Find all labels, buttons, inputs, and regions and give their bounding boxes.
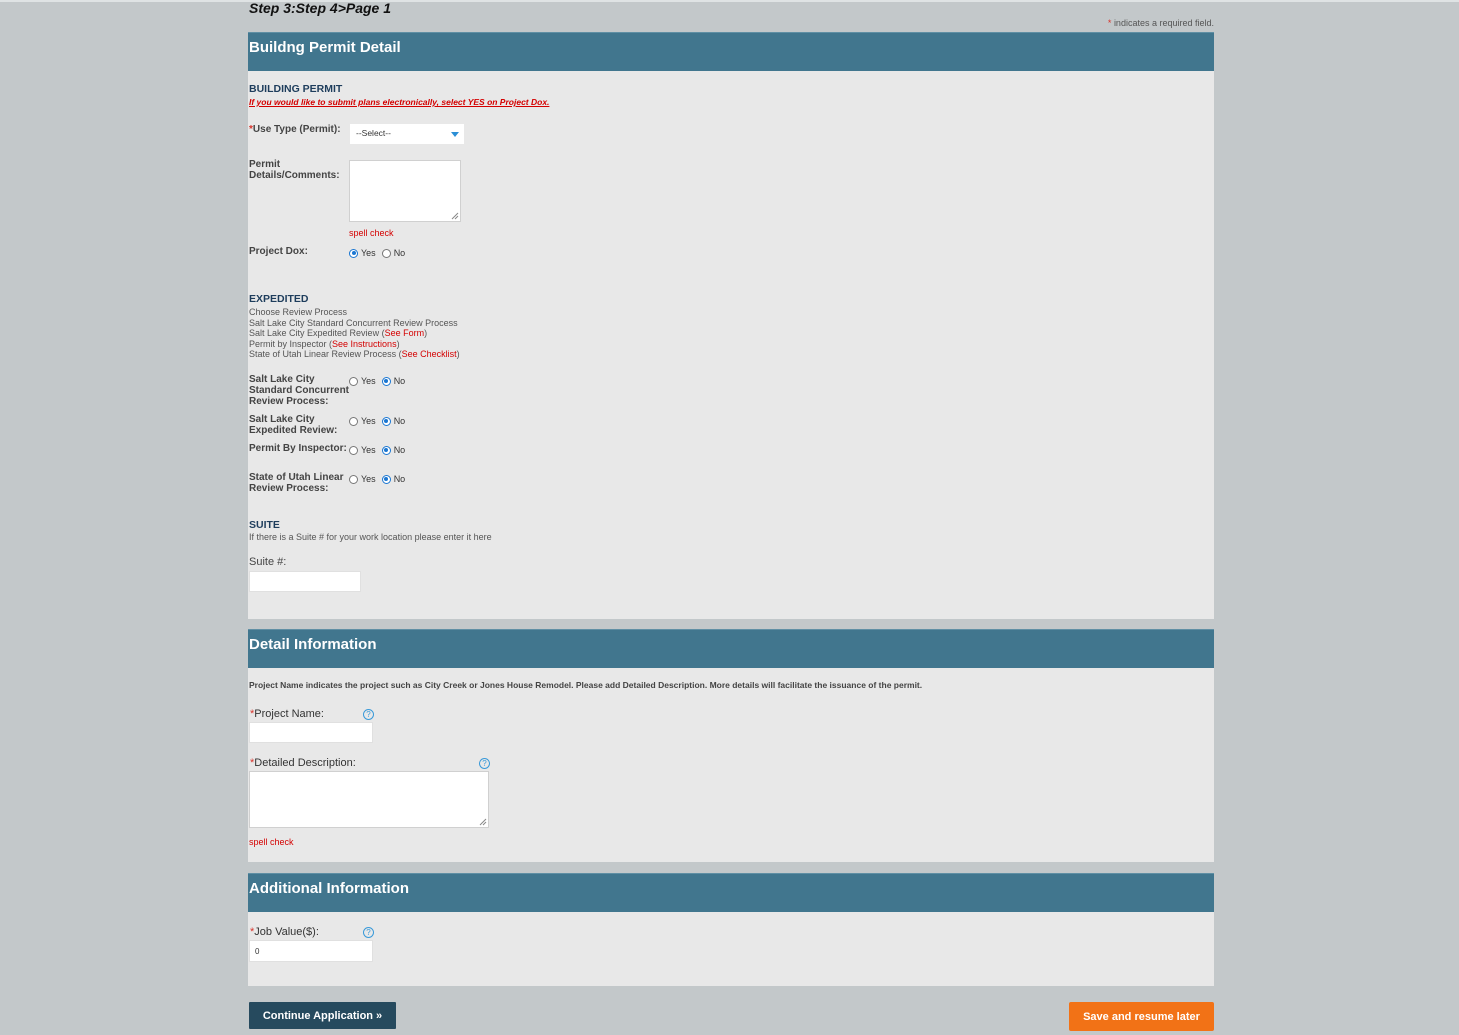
yes-label: Yes — [361, 416, 376, 426]
label-line: Standard Concurrent — [249, 385, 350, 396]
permit-details-label-line2: Details/Comments: — [249, 170, 340, 181]
save-and-resume-later-button[interactable]: Save and resume later — [1069, 1002, 1214, 1031]
help-icon[interactable]: ? — [479, 758, 490, 769]
detail-description: Project Name indicates the project such … — [249, 680, 923, 690]
job-value-input[interactable]: 0 — [249, 940, 373, 962]
paren: ) — [456, 349, 460, 359]
suite-label: Suite #: — [249, 556, 287, 568]
job-value-label: *Job Value($): — [250, 926, 319, 938]
paren: ) — [396, 338, 400, 349]
slc-expedited-yes-radio[interactable] — [349, 416, 358, 426]
use-type-select-value: --Select-- — [356, 128, 391, 138]
project-dox-label: Project Dox: — [249, 246, 308, 257]
chevron-down-icon — [451, 132, 459, 137]
help-icon[interactable]: ? — [363, 709, 374, 720]
expedited-line: Permit by Inspector (See Instructions) — [249, 339, 460, 350]
no-label: No — [393, 376, 406, 386]
slc-standard-no-radio[interactable] — [381, 376, 391, 386]
utah-linear-yes-radio[interactable] — [349, 474, 358, 484]
yes-label: Yes — [361, 376, 376, 386]
utah-linear-review-radio-group: Yes No — [349, 474, 411, 484]
see-checklist-link[interactable]: See Checklist — [402, 349, 457, 359]
use-type-label-text: Use Type (Permit): — [252, 124, 341, 135]
resize-grip-icon[interactable] — [451, 212, 459, 220]
suite-input[interactable] — [249, 571, 361, 592]
expedited-description: Choose Review Process Salt Lake City Sta… — [249, 307, 460, 360]
project-name-label-text: Project Name: — [254, 708, 324, 720]
utah-linear-review-label: State of Utah Linear Review Process: — [249, 472, 343, 494]
slc-expedited-review-label: Salt Lake City Expedited Review: — [249, 414, 337, 436]
label-line: Expedited Review: — [249, 425, 338, 436]
label-line: Permit By Inspector: — [249, 443, 347, 454]
see-form-link[interactable]: See Form — [385, 328, 425, 338]
project-name-input[interactable] — [249, 722, 373, 743]
expedited-line: Choose Review Process — [249, 307, 348, 317]
permit-details-label: Permit Details/Comments: — [249, 159, 340, 181]
use-type-label: *Use Type (Permit): — [249, 124, 341, 135]
spell-check-link[interactable]: spell check — [349, 228, 394, 238]
projectdox-note-link[interactable]: If you would like to submit plans electr… — [249, 97, 549, 107]
yes-label: Yes — [361, 474, 376, 484]
see-instructions-link[interactable]: See Instructions — [332, 339, 397, 349]
slc-standard-concurrent-label: Salt Lake City Standard Concurrent Revie… — [249, 374, 349, 407]
project-dox-yes-radio[interactable] — [349, 248, 358, 258]
no-label: No — [393, 416, 406, 426]
project-name-label: *Project Name: — [250, 708, 324, 720]
yes-label: Yes — [361, 445, 376, 455]
paren: ) — [424, 328, 428, 338]
building-permit-header: Buildng Permit Detail — [248, 32, 1214, 71]
permit-by-inspector-yes-radio[interactable] — [349, 445, 358, 455]
label-line: Review Process: — [249, 483, 329, 494]
label-line: State of Utah Linear — [249, 472, 344, 483]
utah-linear-no-radio[interactable] — [381, 474, 391, 484]
project-dox-no-radio[interactable] — [381, 248, 391, 258]
page-title: Step 3:Step 4>Page 1 — [249, 0, 392, 16]
slc-expedited-no-radio[interactable] — [381, 416, 391, 426]
no-label: No — [393, 445, 406, 455]
suite-description: If there is a Suite # for your work loca… — [249, 532, 492, 542]
additional-information-panel: Additional Information *Job Value($): ? … — [248, 873, 1214, 986]
permit-by-inspector-no-radio[interactable] — [381, 445, 391, 455]
job-value-label-text: Job Value($): — [254, 926, 319, 938]
suite-section-title: SUITE — [249, 519, 280, 531]
building-permit-panel: Buildng Permit Detail BUILDING PERMIT If… — [248, 32, 1214, 619]
expedited-line: State of Utah Linear Review Process (See… — [249, 349, 460, 360]
required-field-note: * indicates a required field. — [1108, 18, 1214, 28]
use-type-select[interactable]: --Select-- — [350, 124, 464, 144]
spell-check-link[interactable]: spell check — [249, 837, 294, 847]
permit-by-inspector-label: Permit By Inspector: — [249, 443, 347, 454]
continue-application-button[interactable]: Continue Application » — [249, 1002, 396, 1029]
expedited-line-text: State of Utah Linear Review Process ( — [249, 349, 402, 359]
project-dox-radio-group: Yes No — [349, 248, 411, 258]
detail-information-header: Detail Information — [248, 629, 1214, 668]
help-icon[interactable]: ? — [363, 927, 374, 938]
expedited-section-title: EXPEDITED — [249, 293, 309, 305]
detail-information-panel: Detail Information Project Name indicate… — [248, 629, 1214, 862]
permit-details-textarea[interactable] — [349, 160, 461, 222]
expedited-line: Salt Lake City Standard Concurrent Revie… — [249, 317, 458, 328]
resize-grip-icon[interactable] — [479, 818, 487, 826]
permit-by-inspector-radio-group: Yes No — [349, 445, 411, 455]
expedited-line: Salt Lake City Expedited Review (See For… — [249, 328, 460, 339]
label-line: Salt Lake City — [249, 414, 315, 425]
slc-expedited-review-radio-group: Yes No — [349, 416, 411, 426]
yes-label: Yes — [361, 248, 376, 258]
required-star: * — [1107, 18, 1112, 28]
additional-information-header: Additional Information — [248, 873, 1214, 912]
expedited-line-text: Permit by Inspector ( — [249, 338, 333, 349]
detailed-description-label-text: Detailed Description: — [254, 757, 356, 769]
label-line: Review Process: — [249, 396, 329, 407]
detailed-description-label: *Detailed Description: — [250, 757, 356, 769]
building-permit-section-title: BUILDING PERMIT — [249, 83, 343, 95]
expedited-line-text: Salt Lake City Expedited Review ( — [249, 328, 385, 338]
slc-standard-concurrent-radio-group: Yes No — [349, 376, 411, 386]
label-line: Salt Lake City — [249, 374, 315, 385]
required-note-text: indicates a required field. — [1113, 18, 1214, 28]
no-label: No — [393, 248, 406, 258]
slc-standard-yes-radio[interactable] — [349, 376, 358, 386]
detailed-description-textarea[interactable] — [249, 771, 489, 828]
permit-details-label-line1: Permit — [249, 159, 281, 170]
top-border — [0, 0, 1459, 2]
no-label: No — [393, 474, 406, 484]
